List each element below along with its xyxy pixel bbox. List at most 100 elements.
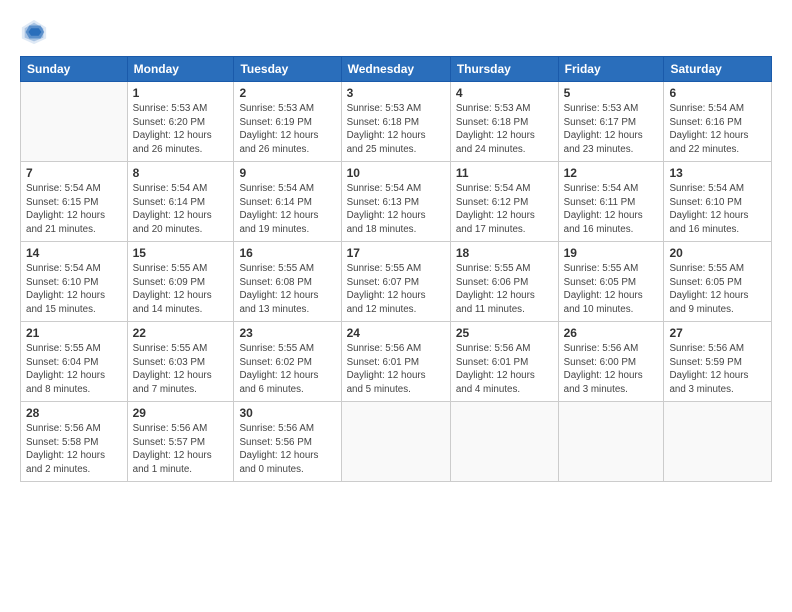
calendar-cell: 1 Sunrise: 5:53 AMSunset: 6:20 PMDaylight… xyxy=(127,82,234,162)
page: SundayMondayTuesdayWednesdayThursdayFrid… xyxy=(0,0,792,612)
day-info: Sunrise: 5:53 AMSunset: 6:18 PMDaylight:… xyxy=(456,102,553,157)
calendar-table: SundayMondayTuesdayWednesdayThursdayFrid… xyxy=(20,56,772,482)
calendar-cell: 26 Sunrise: 5:56 AMSunset: 6:00 PMDayligh… xyxy=(558,322,664,402)
day-info: Sunrise: 5:53 AMSunset: 6:18 PMDaylight:… xyxy=(347,102,445,157)
calendar-cell xyxy=(664,402,772,482)
calendar-cell: 18Sunrise: 5:55 AMSunset: 6:06 PMDayligh… xyxy=(450,242,558,322)
day-number: 6 xyxy=(669,86,766,100)
day-info: Sunrise: 5:56 AMSunset: 6:01 PMDaylight:… xyxy=(456,342,553,397)
calendar-cell: 15 Sunrise: 5:55 AMSunset: 6:09 PMDayligh… xyxy=(127,242,234,322)
calendar-cell: 9 Sunrise: 5:54 AMSunset: 6:14 PMDaylight… xyxy=(234,162,341,242)
header xyxy=(20,18,772,46)
calendar-week-1: 1 Sunrise: 5:53 AMSunset: 6:20 PMDaylight… xyxy=(21,82,772,162)
calendar-cell xyxy=(341,402,450,482)
calendar-cell: 19Sunrise: 5:55 AMSunset: 6:05 PMDayligh… xyxy=(558,242,664,322)
day-info: Sunrise: 5:54 AMSunset: 6:13 PMDaylight:… xyxy=(347,182,445,237)
calendar-cell: 2 Sunrise: 5:53 AMSunset: 6:19 PMDaylight… xyxy=(234,82,341,162)
day-number: 1 xyxy=(133,86,229,100)
day-number: 20 xyxy=(669,246,766,260)
day-info: Sunrise: 5:55 AMSunset: 6:03 PMDaylight:… xyxy=(133,342,229,397)
weekday-header-friday: Friday xyxy=(558,57,664,82)
day-number: 7 xyxy=(26,166,122,180)
day-number: 30 xyxy=(239,406,335,420)
calendar-cell: 30 Sunrise: 5:56 AMSunset: 5:56 PMDayligh… xyxy=(234,402,341,482)
day-info: Sunrise: 5:56 AMSunset: 5:56 PMDaylight:… xyxy=(239,422,335,477)
weekday-header-wednesday: Wednesday xyxy=(341,57,450,82)
calendar-week-5: 28 Sunrise: 5:56 AMSunset: 5:58 PMDayligh… xyxy=(21,402,772,482)
day-number: 9 xyxy=(239,166,335,180)
day-number: 4 xyxy=(456,86,553,100)
day-info: Sunrise: 5:54 AMSunset: 6:10 PMDaylight:… xyxy=(669,182,766,237)
day-number: 17 xyxy=(347,246,445,260)
calendar-cell xyxy=(558,402,664,482)
day-info: Sunrise: 5:56 AMSunset: 6:01 PMDaylight:… xyxy=(347,342,445,397)
weekday-header-thursday: Thursday xyxy=(450,57,558,82)
calendar-cell: 27Sunrise: 5:56 AMSunset: 5:59 PMDayligh… xyxy=(664,322,772,402)
day-number: 26 xyxy=(564,326,659,340)
day-number: 15 xyxy=(133,246,229,260)
calendar-cell: 3 Sunrise: 5:53 AMSunset: 6:18 PMDaylight… xyxy=(341,82,450,162)
calendar-cell: 20 Sunrise: 5:55 AMSunset: 6:05 PMDayligh… xyxy=(664,242,772,322)
day-info: Sunrise: 5:55 AMSunset: 6:06 PMDaylight:… xyxy=(456,262,553,317)
day-number: 13 xyxy=(669,166,766,180)
calendar-cell: 28 Sunrise: 5:56 AMSunset: 5:58 PMDayligh… xyxy=(21,402,128,482)
calendar-cell: 6 Sunrise: 5:54 AMSunset: 6:16 PMDaylight… xyxy=(664,82,772,162)
weekday-header-sunday: Sunday xyxy=(21,57,128,82)
day-number: 25 xyxy=(456,326,553,340)
day-info: Sunrise: 5:56 AMSunset: 5:58 PMDaylight:… xyxy=(26,422,122,477)
day-info: Sunrise: 5:55 AMSunset: 6:08 PMDaylight:… xyxy=(239,262,335,317)
day-info: Sunrise: 5:54 AMSunset: 6:12 PMDaylight:… xyxy=(456,182,553,237)
calendar-cell: 16Sunrise: 5:55 AMSunset: 6:08 PMDayligh… xyxy=(234,242,341,322)
day-number: 24 xyxy=(347,326,445,340)
day-info: Sunrise: 5:54 AMSunset: 6:10 PMDaylight:… xyxy=(26,262,122,317)
day-info: Sunrise: 5:55 AMSunset: 6:04 PMDaylight:… xyxy=(26,342,122,397)
calendar-cell: 17 Sunrise: 5:55 AMSunset: 6:07 PMDayligh… xyxy=(341,242,450,322)
day-number: 23 xyxy=(239,326,335,340)
day-info: Sunrise: 5:55 AMSunset: 6:09 PMDaylight:… xyxy=(133,262,229,317)
calendar-cell: 29Sunrise: 5:56 AMSunset: 5:57 PMDayligh… xyxy=(127,402,234,482)
day-number: 19 xyxy=(564,246,659,260)
calendar-cell: 21 Sunrise: 5:55 AMSunset: 6:04 PMDayligh… xyxy=(21,322,128,402)
calendar-cell: 5Sunrise: 5:53 AMSunset: 6:17 PMDaylight… xyxy=(558,82,664,162)
calendar-cell: 11 Sunrise: 5:54 AMSunset: 6:12 PMDayligh… xyxy=(450,162,558,242)
calendar-cell: 23 Sunrise: 5:55 AMSunset: 6:02 PMDayligh… xyxy=(234,322,341,402)
day-info: Sunrise: 5:55 AMSunset: 6:05 PMDaylight:… xyxy=(669,262,766,317)
day-number: 2 xyxy=(239,86,335,100)
day-info: Sunrise: 5:55 AMSunset: 6:07 PMDaylight:… xyxy=(347,262,445,317)
calendar-cell: 12 Sunrise: 5:54 AMSunset: 6:11 PMDayligh… xyxy=(558,162,664,242)
calendar-week-2: 7 Sunrise: 5:54 AMSunset: 6:15 PMDaylight… xyxy=(21,162,772,242)
day-number: 12 xyxy=(564,166,659,180)
day-info: Sunrise: 5:54 AMSunset: 6:14 PMDaylight:… xyxy=(239,182,335,237)
day-info: Sunrise: 5:54 AMSunset: 6:16 PMDaylight:… xyxy=(669,102,766,157)
calendar-cell: 14Sunrise: 5:54 AMSunset: 6:10 PMDayligh… xyxy=(21,242,128,322)
day-info: Sunrise: 5:54 AMSunset: 6:11 PMDaylight:… xyxy=(564,182,659,237)
day-info: Sunrise: 5:53 AMSunset: 6:20 PMDaylight:… xyxy=(133,102,229,157)
calendar-week-3: 14Sunrise: 5:54 AMSunset: 6:10 PMDayligh… xyxy=(21,242,772,322)
day-info: Sunrise: 5:56 AMSunset: 5:57 PMDaylight:… xyxy=(133,422,229,477)
calendar-cell: 8 Sunrise: 5:54 AMSunset: 6:14 PMDaylight… xyxy=(127,162,234,242)
calendar-cell: 10 Sunrise: 5:54 AMSunset: 6:13 PMDayligh… xyxy=(341,162,450,242)
day-info: Sunrise: 5:53 AMSunset: 6:19 PMDaylight:… xyxy=(239,102,335,157)
day-number: 8 xyxy=(133,166,229,180)
day-number: 11 xyxy=(456,166,553,180)
calendar-cell xyxy=(21,82,128,162)
day-number: 21 xyxy=(26,326,122,340)
weekday-header-tuesday: Tuesday xyxy=(234,57,341,82)
day-number: 22 xyxy=(133,326,229,340)
calendar-week-4: 21 Sunrise: 5:55 AMSunset: 6:04 PMDayligh… xyxy=(21,322,772,402)
logo-icon xyxy=(20,18,48,46)
day-info: Sunrise: 5:54 AMSunset: 6:15 PMDaylight:… xyxy=(26,182,122,237)
day-info: Sunrise: 5:55 AMSunset: 6:02 PMDaylight:… xyxy=(239,342,335,397)
calendar-cell xyxy=(450,402,558,482)
weekday-header-saturday: Saturday xyxy=(664,57,772,82)
logo xyxy=(20,18,52,46)
day-number: 10 xyxy=(347,166,445,180)
day-number: 28 xyxy=(26,406,122,420)
day-info: Sunrise: 5:56 AMSunset: 6:00 PMDaylight:… xyxy=(564,342,659,397)
day-number: 3 xyxy=(347,86,445,100)
calendar-cell: 24 Sunrise: 5:56 AMSunset: 6:01 PMDayligh… xyxy=(341,322,450,402)
day-info: Sunrise: 5:54 AMSunset: 6:14 PMDaylight:… xyxy=(133,182,229,237)
day-info: Sunrise: 5:53 AMSunset: 6:17 PMDaylight:… xyxy=(564,102,659,157)
weekday-header-row: SundayMondayTuesdayWednesdayThursdayFrid… xyxy=(21,57,772,82)
day-number: 27 xyxy=(669,326,766,340)
